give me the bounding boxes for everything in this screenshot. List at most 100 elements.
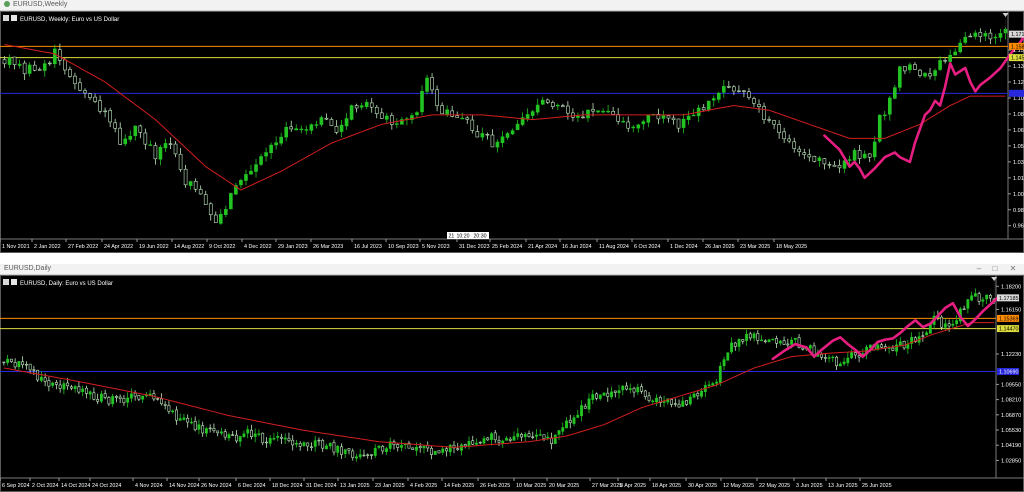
- candle-body-135: [681, 118, 686, 128]
- candle-body-48: [244, 174, 248, 181]
- candle-body-50: [254, 164, 258, 172]
- daily-candlestick-chart[interactable]: EURUSD, Daily: Euro vs US Dollar 1.18200 1…: [0, 275, 1024, 492]
- candle-body-60: [227, 434, 231, 439]
- date-tick-label-7: 6 Dec 2024: [238, 483, 266, 489]
- candle-body-87: [328, 443, 332, 447]
- candle-body-54: [205, 428, 208, 434]
- candle-body-164: [617, 390, 621, 394]
- candle-body-45: [229, 193, 233, 210]
- candle-body-126: [475, 442, 478, 445]
- date-tick-label-17: 11 Aug 2024: [599, 244, 629, 250]
- price-tick-label-1: 1.137: [1013, 64, 1024, 70]
- candle-body-57: [289, 126, 294, 130]
- candle-body-233: [876, 344, 880, 350]
- candle-body-75: [379, 112, 384, 119]
- candle-body-77: [291, 439, 295, 446]
- chart-window-daily[interactable]: EURUSD,Daily – □ ✕ EURUSD, Daily: Euro v…: [0, 264, 1024, 492]
- date-tick-label-14: 26 Feb 2025: [480, 483, 510, 489]
- candle-body-110: [556, 104, 560, 107]
- candle-body-106: [400, 445, 403, 448]
- candle-body-166: [625, 385, 628, 390]
- candle-body-131: [493, 432, 497, 441]
- candle-body-51: [193, 420, 197, 431]
- candle-body-128: [482, 438, 486, 444]
- candle-body-65: [246, 429, 250, 434]
- candle-body-29: [111, 396, 115, 405]
- candle-body-76: [384, 115, 389, 120]
- candle-body-99: [373, 447, 377, 456]
- candle-body-187: [943, 60, 947, 62]
- window-titlebar[interactable]: EURUSD,Weekly: [0, 0, 1024, 11]
- candle-body-46: [174, 409, 178, 421]
- candle-body-174: [877, 114, 882, 142]
- candle-body-125: [631, 126, 636, 129]
- candle-body-33: [126, 397, 130, 403]
- chart-window-weekly[interactable]: EURUSD,Weekly EURUSD, Weekly: Euro vs US…: [0, 0, 1024, 253]
- candle-body-95: [480, 133, 485, 138]
- candle-body-141: [531, 436, 535, 438]
- candle-body-180: [908, 64, 912, 71]
- date-tick-label-13: 31 Dec 2023: [459, 244, 490, 250]
- candle-body-195: [733, 342, 737, 347]
- window-titlebar[interactable]: EURUSD,Daily – □ ✕: [0, 264, 1024, 275]
- price-tick-label-4: 1.086: [1013, 112, 1024, 118]
- date-tick-label-13: 14 Feb 2025: [444, 483, 474, 489]
- candle-body-86: [325, 445, 328, 450]
- candle-body-220: [827, 357, 831, 359]
- candle-body-44: [167, 405, 171, 412]
- minimize-button[interactable]: –: [972, 264, 986, 274]
- candle-body-183: [688, 396, 692, 405]
- candle-body-58: [294, 128, 299, 131]
- date-tick-label-15: 21 Apr 2024: [528, 244, 557, 250]
- date-tick-label-16: 16 Jun 2024: [562, 244, 592, 250]
- candle-body-83: [420, 90, 424, 113]
- window-title: EURUSD,Weekly: [4, 0, 67, 10]
- candle-body-261: [981, 299, 985, 302]
- candle-body-190: [958, 42, 963, 53]
- candle-body-150: [757, 104, 761, 107]
- maximize-button[interactable]: □: [988, 264, 1002, 274]
- candle-body-109: [411, 447, 415, 450]
- candle-body-133: [671, 117, 676, 120]
- date-tick-label-24: 13 Jun 2025: [828, 483, 858, 489]
- candle-body-17: [66, 382, 70, 387]
- candle-body-19: [98, 100, 102, 112]
- candle-body-239: [898, 341, 902, 346]
- candle-body-203: [763, 340, 767, 343]
- candle-body-7: [37, 69, 42, 71]
- candle-body-24: [92, 392, 96, 400]
- price-tick-label-7: 1.035: [1013, 160, 1024, 166]
- price-label-box-3: [1009, 89, 1024, 97]
- candle-body-71: [268, 438, 272, 444]
- candle-body-234: [880, 344, 884, 348]
- weekly-candlestick-chart[interactable]: EURUSD, Weekly: Euro vs US Dollar1.1541.…: [0, 11, 1024, 253]
- price-tick-label-9: 1.001: [1013, 192, 1024, 198]
- candle-body-251: [943, 323, 947, 328]
- candle-body-25: [128, 135, 133, 140]
- candle-body-149: [561, 427, 565, 432]
- candle-body-110: [415, 446, 418, 451]
- candle-body-15: [58, 384, 62, 389]
- candle-body-140: [527, 433, 531, 437]
- candle-body-93: [470, 119, 475, 131]
- date-tick-label-5: 14 Aug 2022: [174, 244, 204, 250]
- close-button[interactable]: ✕: [1006, 264, 1020, 274]
- candle-body-62: [314, 124, 319, 126]
- candle-body-120: [606, 110, 610, 113]
- candle-body-67: [253, 433, 257, 437]
- date-tick-label-20: 26 Jan 2025: [705, 244, 735, 250]
- candle-body-137: [516, 433, 520, 437]
- candle-body-221: [831, 356, 835, 359]
- candle-body-227: [853, 352, 857, 356]
- price-tick-label-4: 1.08210: [1001, 398, 1021, 404]
- candle-body-205: [771, 338, 775, 341]
- candle-body-37: [188, 181, 193, 186]
- candle-body-254: [955, 320, 959, 325]
- candle-body-175: [882, 114, 887, 117]
- candle-body-224: [842, 361, 846, 365]
- price-tick-label-3: 1.103: [1013, 96, 1024, 102]
- candle-body-14: [54, 382, 58, 385]
- candle-body-182: [685, 400, 688, 405]
- candle-body-52: [197, 424, 201, 430]
- candle-body-11: [43, 377, 47, 382]
